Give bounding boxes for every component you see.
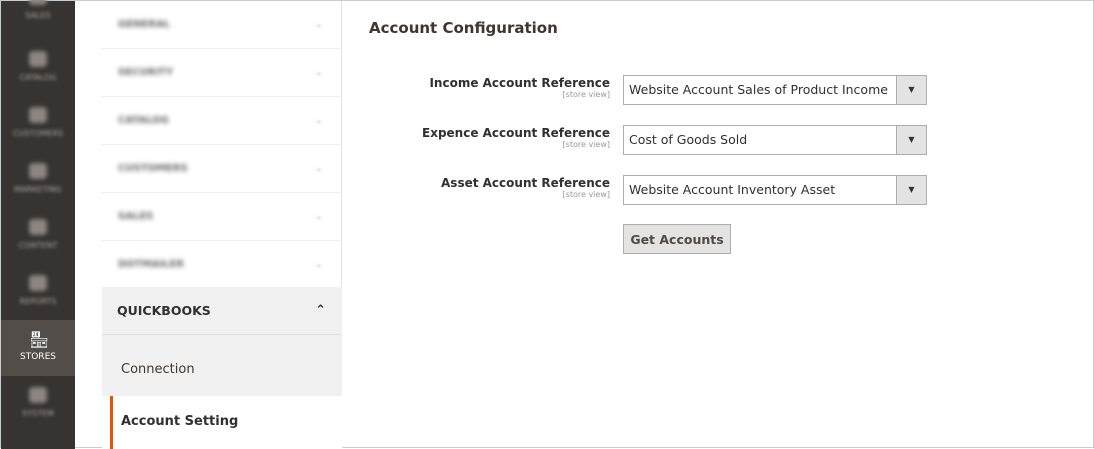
- page-title: Account Configuration: [369, 19, 558, 37]
- expense-account-select[interactable]: Cost of Goods Sold ▼: [623, 125, 927, 155]
- scope-label: [store view]: [562, 140, 610, 149]
- chart-icon: [29, 275, 47, 291]
- nav-item-account-setting[interactable]: Account Setting: [110, 396, 342, 449]
- chevron-down-icon: ⌄: [314, 211, 323, 222]
- admin-menu-stores[interactable]: 🏪︎ STORES: [1, 320, 75, 376]
- admin-menu-marketing[interactable]: MARKETING: [1, 155, 75, 211]
- chevron-up-icon: ⌃: [315, 303, 326, 318]
- config-section[interactable]: GENERAL ⌄: [102, 1, 341, 49]
- admin-menu-system[interactable]: SYSTEM: [1, 379, 75, 435]
- chevron-down-icon: ⌄: [314, 259, 323, 270]
- dropdown-arrow-icon: ▼: [896, 126, 926, 154]
- admin-menu-catalog[interactable]: CATALOG: [1, 43, 75, 99]
- store-icon: 🏪︎: [29, 330, 50, 349]
- scope-label: [store view]: [562, 190, 610, 199]
- field-label: Expence Account Reference: [422, 126, 610, 140]
- config-section[interactable]: CATALOG ⌄: [102, 97, 341, 145]
- field-label: Income Account Reference: [429, 76, 610, 90]
- field-label: Asset Account Reference: [441, 176, 610, 190]
- dropdown-arrow-icon: ▼: [896, 176, 926, 204]
- expense-account-row: Expence Account Reference [store view] Co…: [381, 125, 927, 155]
- layout-icon: [29, 219, 47, 235]
- config-section-quickbooks[interactable]: QUICKBOOKS ⌃: [102, 287, 342, 335]
- gear-icon: [29, 387, 47, 403]
- dollar-icon: [29, 0, 47, 5]
- income-account-row: Income Account Reference [store view] Web…: [381, 75, 927, 105]
- admin-menu: SALES CATALOG CUSTOMERS MARKETING CONTEN…: [1, 0, 75, 449]
- asset-account-select[interactable]: Website Account Inventory Asset ▼: [623, 175, 927, 205]
- scope-label: [store view]: [562, 90, 610, 99]
- asset-account-row: Asset Account Reference [store view] Webs…: [381, 175, 927, 205]
- config-section[interactable]: SALES ⌄: [102, 193, 341, 241]
- cube-icon: [29, 51, 47, 67]
- chevron-down-icon: ⌄: [314, 67, 323, 78]
- person-icon: [29, 107, 47, 123]
- config-section[interactable]: DOTMAILER ⌄: [102, 241, 341, 289]
- get-accounts-button[interactable]: Get Accounts: [623, 224, 731, 254]
- admin-menu-content[interactable]: CONTENT: [1, 211, 75, 267]
- income-account-select[interactable]: Website Account Sales of Product Income ▼: [623, 75, 927, 105]
- admin-menu-sales[interactable]: SALES: [1, 0, 75, 37]
- chevron-down-icon: ⌄: [314, 115, 323, 126]
- config-section[interactable]: CUSTOMERS ⌄: [102, 145, 341, 193]
- admin-menu-reports[interactable]: REPORTS: [1, 267, 75, 323]
- config-section[interactable]: SECURITY ⌄: [102, 49, 341, 97]
- chevron-down-icon: ⌄: [314, 19, 323, 30]
- chevron-down-icon: ⌄: [314, 163, 323, 174]
- dropdown-arrow-icon: ▼: [896, 76, 926, 104]
- megaphone-icon: [29, 163, 47, 179]
- config-nav: GENERAL ⌄ SECURITY ⌄ CATALOG ⌄ CUSTOMERS ⌄ S…: [102, 1, 342, 449]
- admin-menu-customers[interactable]: CUSTOMERS: [1, 99, 75, 155]
- nav-item-connection[interactable]: Connection: [102, 335, 342, 396]
